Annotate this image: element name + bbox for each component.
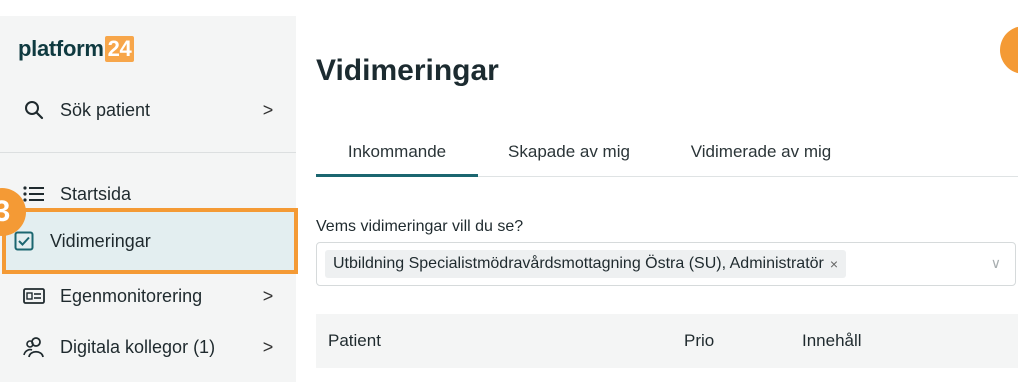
column-header-patient[interactable]: Patient [328,331,381,351]
selected-unit-chip: Utbildning Specialistmödravårdsmottagnin… [325,250,847,278]
chevron-right-icon: > [262,285,274,306]
search-icon [22,98,46,122]
id-card-icon [22,284,46,308]
tab-inkommande[interactable]: Inkommande [316,130,478,177]
logo-badge: 24 [104,36,135,62]
column-header-prio[interactable]: Prio [684,331,714,351]
tab-vidimerade-av-mig[interactable]: Vidimerade av mig [672,130,850,174]
tab-skapade-av-mig[interactable]: Skapade av mig [492,130,646,174]
column-header-innehall[interactable]: Innehåll [802,331,862,351]
sidebar-item-search-patient[interactable]: Sök patient > [10,90,292,130]
remove-chip-icon[interactable]: × [830,256,838,272]
filter-label: Vems vidimeringar vill du se? [316,218,524,235]
chevron-right-icon: > [262,336,274,357]
sidebar-divider [0,152,296,153]
step-indicator-badge [1000,26,1018,74]
logo-text: platform [18,36,104,61]
sidebar-item-label: Startsida [60,183,132,204]
sidebar-item-egenmonitorering[interactable]: Egenmonitorering > [10,276,292,316]
sidebar-item-label: Egenmonitorering [60,285,203,306]
platform24-logo[interactable]: platform 24 [18,36,135,62]
people-icon [22,335,46,359]
sidebar-item-label: Digitala kollegor (1) [60,336,216,357]
chevron-right-icon: > [262,99,274,120]
sidebar-item-label: Vidimeringar [50,230,151,251]
chevron-down-icon[interactable]: ∨ [991,255,1001,272]
sidebar: platform 24 Sök patient > Startsida Vidim… [0,16,298,382]
page-title: Vidimeringar [316,54,499,87]
sidebar-item-vidimeringar[interactable]: Vidimeringar [2,208,298,274]
selected-unit-text: Utbildning Specialistmödravårdsmottagnin… [333,255,824,272]
table-header: Patient Prio Innehåll [316,314,1018,368]
sidebar-item-digitala-kollegor[interactable]: Digitala kollegor (1) > [10,327,292,367]
checkbox-icon [12,229,36,253]
unit-select[interactable]: Utbildning Specialistmödravårdsmottagnin… [316,242,1016,286]
sidebar-item-label: Sök patient [60,99,151,120]
list-icon [22,182,46,206]
tab-bar: Inkommande Skapade av mig Vidimerade av … [316,130,1018,177]
